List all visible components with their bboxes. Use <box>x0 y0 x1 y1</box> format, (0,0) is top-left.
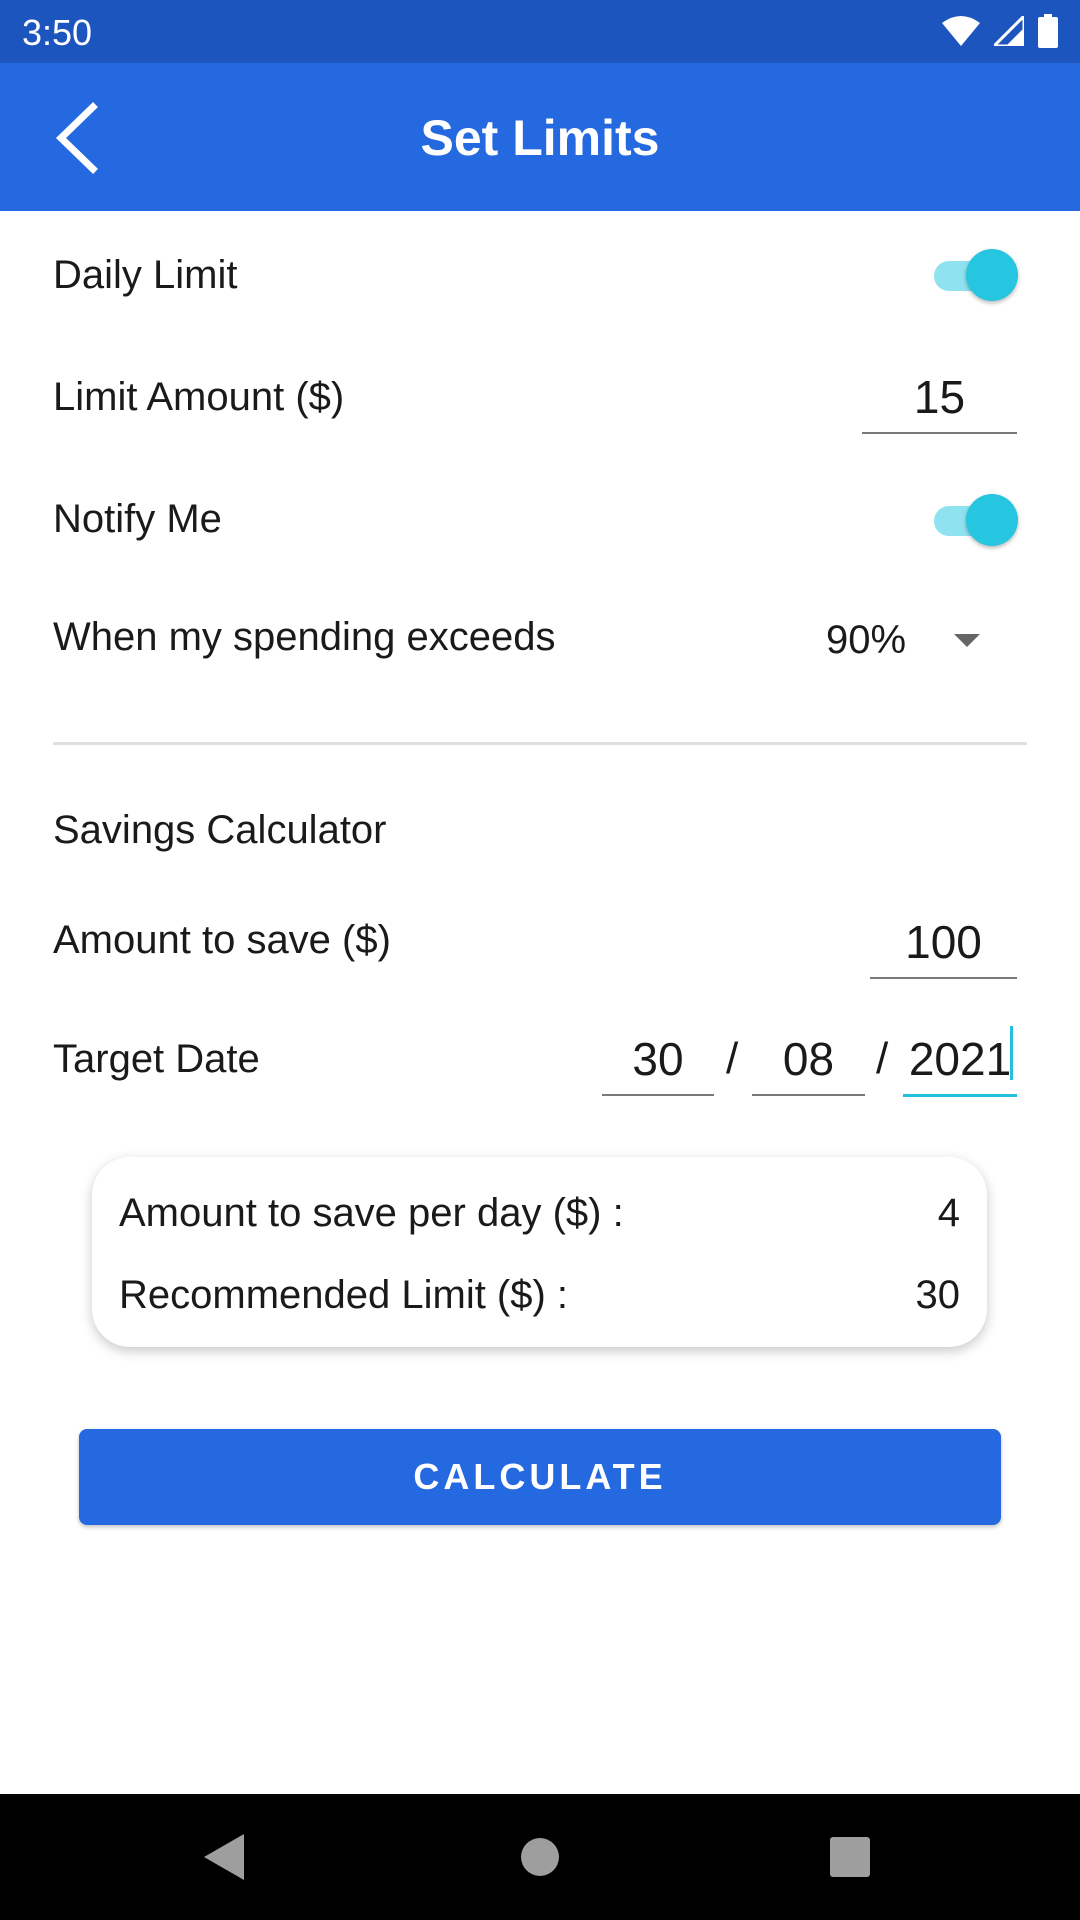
target-date-label: Target Date <box>53 1037 260 1081</box>
date-separator: / <box>876 1034 889 1083</box>
threshold-selected-value: 90% <box>826 617 907 662</box>
dropdown-arrow-icon <box>954 633 981 647</box>
wifi-icon <box>942 16 980 46</box>
date-separator: / <box>726 1034 739 1083</box>
limit-amount-input[interactable] <box>862 368 1017 434</box>
calculate-button[interactable]: CALCULATE <box>79 1429 1001 1525</box>
per-day-value: 4 <box>937 1191 960 1235</box>
target-month-input[interactable] <box>752 1030 865 1096</box>
amount-to-save-label: Amount to save ($) <box>53 918 391 962</box>
daily-limit-label: Daily Limit <box>53 253 238 297</box>
threshold-dropdown[interactable]: 90% <box>826 612 981 668</box>
cell-signal-icon <box>994 16 1024 46</box>
page-title: Set Limits <box>420 110 660 166</box>
results-card: Amount to save per day ($) : 4 Recommend… <box>92 1157 987 1347</box>
target-year-input[interactable] <box>903 1030 1017 1097</box>
notify-me-toggle[interactable] <box>932 489 1018 549</box>
chevron-left-icon <box>55 102 98 174</box>
navigation-bar <box>0 1794 1080 1920</box>
status-icons <box>942 14 1058 48</box>
divider <box>53 742 1027 745</box>
back-button[interactable] <box>40 99 112 177</box>
savings-section-title: Savings Calculator <box>53 808 387 852</box>
status-bar: 3:50 <box>0 0 1080 63</box>
circle-home-icon[interactable] <box>520 1837 560 1877</box>
square-recents-icon[interactable] <box>830 1837 870 1877</box>
battery-icon <box>1038 14 1058 48</box>
limit-amount-label: Limit Amount ($) <box>53 375 345 419</box>
status-time: 3:50 <box>22 12 93 53</box>
amount-to-save-input[interactable] <box>870 913 1017 979</box>
triangle-back-icon[interactable] <box>204 1834 244 1880</box>
per-day-label: Amount to save per day ($) : <box>119 1191 624 1235</box>
app-bar: Set Limits <box>0 63 1080 211</box>
target-day-input[interactable] <box>602 1030 714 1096</box>
threshold-label: When my spending exceeds <box>53 615 556 659</box>
toggle-thumb <box>966 249 1018 301</box>
text-cursor <box>1010 1026 1013 1080</box>
recommended-limit-value: 30 <box>915 1273 961 1317</box>
daily-limit-toggle[interactable] <box>932 244 1018 304</box>
recommended-limit-label: Recommended Limit ($) : <box>119 1273 569 1317</box>
toggle-thumb <box>966 494 1018 546</box>
notify-me-label: Notify Me <box>53 497 222 541</box>
